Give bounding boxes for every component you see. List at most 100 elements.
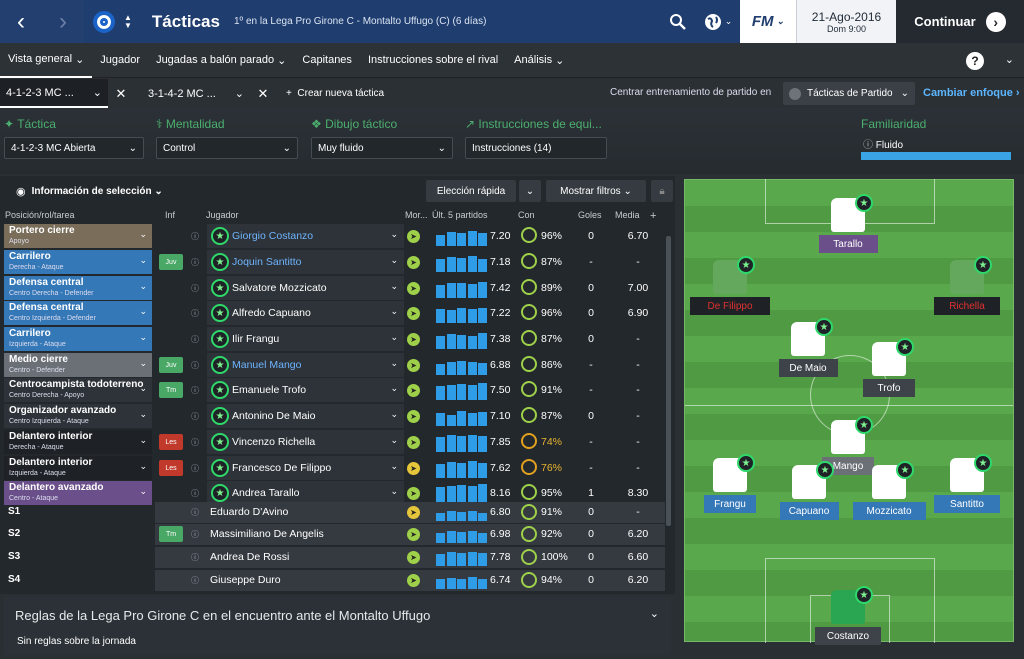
player-name[interactable]: Eduardo D'Avino	[210, 506, 288, 518]
position-role-select[interactable]: Centrocampista todoterreno Centro Derecha…	[4, 378, 152, 402]
table-row[interactable]: Carrilero Izquierda - Ataque ⌄ ⓘ ★ Ilir Fra…	[0, 327, 665, 352]
tab-tactic-1[interactable]: 4-1-2-3 MC ... ⌄	[0, 79, 108, 108]
player-select[interactable]: ★ Manuel Mango ⌄	[207, 353, 404, 377]
table-row[interactable]: Medio cierre Centro - Defender ⌄ Juv ⓘ ★ Man…	[0, 353, 665, 378]
menu-chevron-down-icon[interactable]: ⌄	[1005, 53, 1014, 66]
lock-icon[interactable]: 🔒︎	[651, 180, 673, 202]
form-bar	[436, 554, 445, 566]
position-role-select[interactable]: Carrilero Izquierda - Ataque ⌄	[4, 327, 152, 351]
col-condition[interactable]: Con	[518, 210, 535, 220]
position-role-select[interactable]: Defensa central Centro Izquierda - Defend…	[4, 301, 152, 325]
col-position[interactable]: Posición/rol/tarea	[5, 210, 75, 220]
info-icon[interactable]: ⓘ	[191, 231, 199, 241]
col-last5[interactable]: Últ. 5 partidos	[432, 210, 488, 220]
sub-menu: Vista general ⌄ Jugador Jugadas a balón …	[0, 43, 1024, 78]
position-role-select[interactable]: Defensa central Centro Derecha - Defender…	[4, 276, 152, 300]
info-icon[interactable]: ⓘ	[191, 411, 199, 421]
info-icon[interactable]: ⓘ	[191, 308, 199, 318]
player-name[interactable]: Giuseppe Duro	[210, 574, 281, 586]
info-icon[interactable]: ⓘ	[191, 283, 199, 293]
table-row[interactable]: Carrilero Derecha - Ataque ⌄ Juv ⓘ ★ Joquin …	[0, 250, 665, 275]
back-button[interactable]: ‹	[0, 0, 42, 43]
show-filters-button[interactable]: Mostrar filtros ⌄	[546, 180, 646, 202]
sub-row[interactable]: S1 ⓘ Eduardo D'Avino ➤ 6.80 91% 0 -	[0, 502, 665, 524]
forward-button[interactable]: ›	[42, 0, 84, 43]
menu-instrucciones-rival[interactable]: Instrucciones sobre el rival	[360, 43, 506, 78]
quick-pick-button[interactable]: Elección rápida	[426, 180, 516, 202]
player-name[interactable]: Massimiliano De Angelis	[210, 528, 324, 540]
position-role-select[interactable]: Medio cierre Centro - Defender ⌄	[4, 353, 152, 377]
tab-tactic-2[interactable]: 3-1-4-2 MC ... ⌄	[142, 79, 250, 108]
new-tactic-button[interactable]: + Crear nueva táctica	[286, 88, 384, 99]
col-inf[interactable]: Inf	[165, 210, 175, 220]
match-tactics-select[interactable]: Tácticas de Partido ⌄	[783, 82, 915, 105]
position-role-select[interactable]: Portero cierre Apoyo ⌄	[4, 224, 152, 248]
info-icon[interactable]: ⓘ	[191, 488, 199, 498]
menu-balon-parado[interactable]: Jugadas a balón parado ⌄	[148, 43, 294, 78]
player-select[interactable]: ★ Vincenzo Richella ⌄	[207, 430, 404, 454]
mentality-select[interactable]: Control ⌄	[156, 137, 298, 159]
crest-chevron-icon[interactable]: ▲ ▼	[124, 13, 132, 30]
player-name[interactable]: Andrea De Rossi	[210, 551, 289, 563]
close-tab-2-icon[interactable]: ✕	[250, 86, 276, 102]
fm-logo[interactable]: FM ⌄	[740, 0, 796, 43]
quick-pick-chevron-icon[interactable]: ⌄	[519, 180, 541, 202]
rules-title: Reglas de la Lega Pro Girone C en el enc…	[15, 608, 431, 623]
scrollbar[interactable]	[666, 236, 671, 526]
col-morale[interactable]: Mor...	[405, 210, 428, 220]
player-select[interactable]: ★ Salvatore Mozzicato ⌄	[207, 276, 404, 300]
sub-row[interactable]: S2 Tm ⓘ Massimiliano De Angelis ➤ 6.98 92…	[0, 524, 665, 546]
player-select[interactable]: ★ Joquin Santitto ⌄	[207, 250, 404, 274]
table-row[interactable]: Organizador avanzado Centro Izquierda - A…	[0, 404, 665, 429]
table-row[interactable]: Centrocampista todoterreno Centro Derecha…	[0, 378, 665, 403]
info-icon[interactable]: ⓘ	[191, 257, 199, 267]
team-instructions-button[interactable]: Instrucciones (14)	[465, 137, 607, 159]
info-icon[interactable]: ⓘ	[191, 334, 199, 344]
player-select[interactable]: ★ Francesco De Filippo ⌄	[207, 456, 404, 480]
table-row[interactable]: Delantero interior Derecha - Ataque ⌄ Les ⓘ …	[0, 430, 665, 455]
col-average[interactable]: Media	[615, 210, 640, 220]
menu-capitanes[interactable]: Capitanes	[294, 43, 360, 78]
info-icon[interactable]: ⓘ	[191, 360, 199, 370]
globe-icon[interactable]: ⌄	[696, 0, 740, 43]
menu-analisis[interactable]: Análisis ⌄	[506, 43, 572, 78]
change-focus-link[interactable]: Cambiar enfoque ›	[923, 87, 1020, 99]
info-icon[interactable]: ⓘ	[191, 463, 199, 473]
table-row[interactable]: Delantero interior Izquierda - Ataque ⌄ Les…	[0, 456, 665, 481]
table-row[interactable]: Defensa central Centro Derecha - Defender…	[0, 276, 665, 301]
rules-collapse-icon[interactable]: ⌄	[650, 607, 659, 620]
sub-row[interactable]: S3 ⓘ Andrea De Rossi ➤ 7.78 100% 0 6.60	[0, 547, 665, 569]
col-goals[interactable]: Goles	[578, 210, 602, 220]
col-player[interactable]: Jugador	[206, 210, 239, 220]
form-bar	[478, 484, 487, 503]
close-tab-1-icon[interactable]: ✕	[108, 86, 134, 102]
info-icon[interactable]: ⓘ	[191, 437, 199, 447]
table-row[interactable]: Defensa central Centro Izquierda - Defend…	[0, 301, 665, 326]
shape-select[interactable]: Muy fluido ⌄	[311, 137, 453, 159]
player-select[interactable]: ★ Antonino De Maio ⌄	[207, 404, 404, 428]
player-select[interactable]: ★ Ilir Frangu ⌄	[207, 327, 404, 351]
position-role-select[interactable]: Carrilero Derecha - Ataque ⌄	[4, 250, 152, 274]
table-row[interactable]: Portero cierre Apoyo ⌄ ⓘ ★ Giorgio Costanzo…	[0, 224, 665, 249]
info-icon[interactable]: ⓘ	[191, 529, 199, 539]
menu-jugador[interactable]: Jugador	[92, 43, 148, 78]
player-select[interactable]: ★ Giorgio Costanzo ⌄	[207, 224, 404, 248]
info-icon[interactable]: ⓘ	[191, 385, 199, 395]
position-role-select[interactable]: Delantero interior Izquierda - Ataque ⌄	[4, 456, 152, 480]
menu-vista-general[interactable]: Vista general ⌄	[0, 43, 93, 78]
player-select[interactable]: ★ Alfredo Capuano ⌄	[207, 301, 404, 325]
info-icon[interactable]: ⓘ	[191, 575, 199, 585]
selection-info-dropdown[interactable]: Información de selección ⌄	[32, 186, 163, 197]
position-role-select[interactable]: Delantero interior Derecha - Ataque ⌄	[4, 430, 152, 454]
position-role-select[interactable]: Organizador avanzado Centro Izquierda - A…	[4, 404, 152, 428]
sub-row[interactable]: S4 ⓘ Giuseppe Duro ➤ 6.74 94% 0 6.20	[0, 570, 665, 592]
club-crest-icon[interactable]	[84, 0, 124, 43]
continue-button[interactable]: Continuar ›	[896, 0, 1024, 43]
player-select[interactable]: ★ Emanuele Trofo ⌄	[207, 378, 404, 402]
info-icon[interactable]: ⓘ	[191, 507, 199, 517]
info-icon[interactable]: ⓘ	[191, 552, 199, 562]
search-icon[interactable]	[660, 0, 696, 43]
add-column-icon[interactable]: +	[650, 210, 656, 222]
tactic-select[interactable]: 4-1-2-3 MC Abierta ⌄	[4, 137, 144, 159]
help-icon[interactable]: ?	[966, 52, 984, 70]
